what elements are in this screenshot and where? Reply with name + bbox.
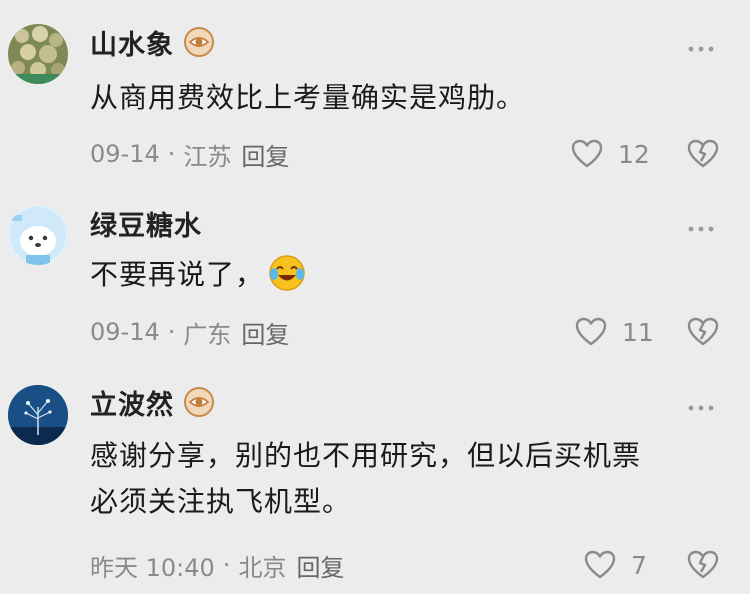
reply-button[interactable]: 回复: [241, 137, 289, 172]
heart-icon: [574, 315, 608, 349]
comment-text: 感谢分享，别的也不用研究，但以后买机票 必须关注执飞机型。: [90, 433, 730, 525]
reply-button[interactable]: 回复: [241, 315, 289, 350]
reply-button[interactable]: 回复: [296, 548, 344, 583]
broken-heart-icon[interactable]: [686, 315, 720, 349]
like-button[interactable]: 7: [583, 548, 647, 582]
avatar[interactable]: [8, 24, 68, 84]
comment-text-line: 必须关注执飞机型。: [90, 485, 352, 518]
username[interactable]: 立波然: [90, 383, 174, 422]
comment-date: 09-14: [90, 318, 160, 346]
username-row: 立波然: [90, 382, 214, 422]
username[interactable]: 山水象: [90, 23, 174, 62]
comment-item: 立波然 感谢分享，别的也不用研究，但以后买机票 必须关注执飞机型。 昨天 10:…: [0, 365, 750, 594]
like-button[interactable]: 11: [574, 315, 654, 349]
comment-date: 09-14: [90, 140, 160, 168]
comment-meta: 昨天 10:40 · 北京 回复: [90, 548, 344, 582]
heart-icon: [570, 137, 604, 171]
like-count: 7: [631, 550, 647, 580]
more-options-icon[interactable]: [688, 218, 714, 232]
comment-text: 不要再说了，: [90, 258, 265, 291]
comment-item: 山水象 从商用费效比上考量确实是鸡肋。 09-14 · 江苏 回复 12: [0, 0, 750, 185]
comment-meta: 09-14 · 江苏 回复: [90, 137, 289, 171]
separator-dot: ·: [222, 551, 231, 579]
like-count: 11: [622, 317, 654, 347]
comment-location: 江苏: [183, 142, 232, 171]
username-row: 绿豆糖水: [90, 203, 202, 243]
eye-badge-icon: [184, 387, 214, 417]
comment-text-row: 不要再说了，: [90, 252, 730, 298]
heart-icon: [583, 548, 617, 582]
more-options-icon[interactable]: [688, 38, 714, 52]
like-count: 12: [618, 139, 650, 169]
comment-item: 绿豆糖水 不要再说了， 09-14 · 广东 回复 11: [0, 185, 750, 365]
like-button[interactable]: 12: [570, 137, 650, 171]
broken-heart-icon[interactable]: [686, 137, 720, 171]
comment-meta: 09-14 · 广东 回复: [90, 315, 289, 349]
crying-laughing-emoji-icon: [268, 254, 306, 292]
avatar[interactable]: [8, 385, 68, 445]
comment-text: 从商用费效比上考量确实是鸡肋。: [90, 81, 526, 114]
eye-badge-icon: [184, 27, 214, 57]
separator-dot: ·: [167, 140, 176, 168]
comment-text-line: 感谢分享，别的也不用研究，但以后买机票: [90, 439, 642, 472]
comment-location: 广东: [183, 320, 232, 349]
comment-date: 昨天 10:40: [90, 553, 215, 582]
more-options-icon[interactable]: [688, 397, 714, 411]
separator-dot: ·: [167, 318, 176, 346]
avatar[interactable]: [8, 205, 68, 265]
comment-location: 北京: [238, 553, 287, 582]
username[interactable]: 绿豆糖水: [90, 204, 202, 243]
username-row: 山水象: [90, 22, 214, 62]
broken-heart-icon[interactable]: [686, 548, 720, 582]
